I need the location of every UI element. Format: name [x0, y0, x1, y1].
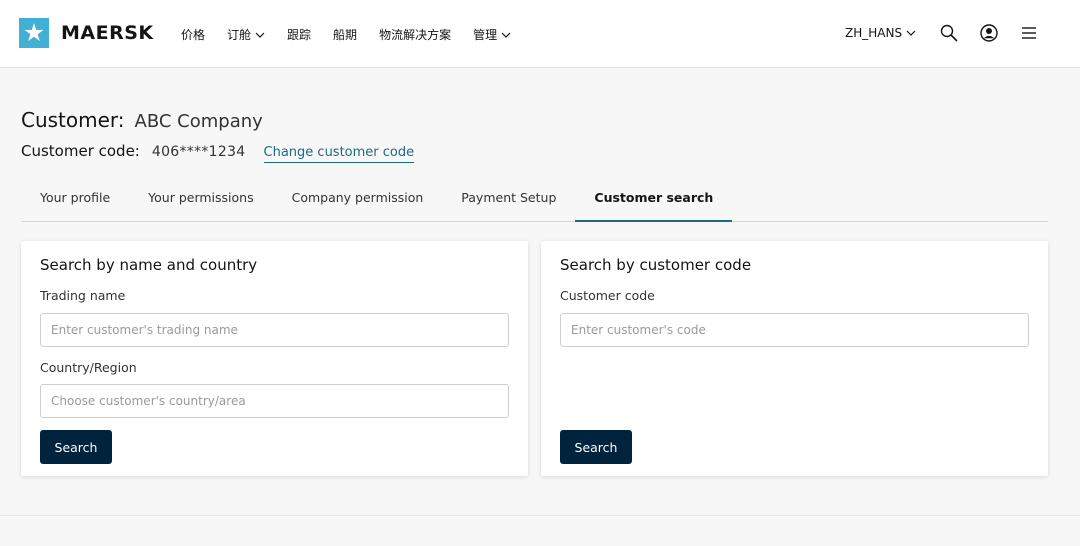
trading-name-input[interactable]	[40, 313, 509, 347]
language-label: ZH_HANS	[845, 26, 903, 40]
change-customer-code-link[interactable]: Change customer code	[263, 145, 415, 163]
language-selector[interactable]: ZH_HANS	[845, 26, 916, 40]
customer-label: Customer:	[21, 108, 125, 132]
customer-heading: Customer: ABC Company	[21, 108, 263, 132]
chevron-down-icon	[255, 32, 265, 38]
customer-code-label: Customer code:	[21, 142, 140, 160]
user-icon[interactable]	[979, 23, 999, 43]
chevron-down-icon	[906, 30, 916, 36]
nav-item-label: 物流解决方案	[379, 28, 452, 42]
customer-code-input[interactable]	[560, 313, 1029, 347]
nav-item-pricing[interactable]: 价格	[181, 26, 205, 43]
nav-item-label: 船期	[333, 28, 358, 42]
search-by-code-card: Search by customer code Customer code Se…	[541, 241, 1048, 476]
chevron-down-icon	[501, 32, 511, 38]
card-title: Search by customer code	[560, 256, 752, 274]
menu-icon[interactable]	[1019, 23, 1039, 43]
nav-item-logistics-solutions[interactable]: 物流解决方案	[379, 26, 451, 43]
search-icon[interactable]	[939, 23, 959, 43]
search-by-name-button[interactable]: Search	[40, 430, 112, 464]
tab-your-permissions[interactable]: Your permissions	[129, 180, 272, 222]
card-title: Search by name and country	[40, 256, 258, 274]
footer-divider	[0, 515, 1080, 516]
nav-item-label: 管理	[473, 28, 498, 42]
customer-name: ABC Company	[134, 111, 263, 132]
nav-item-label: 跟踪	[287, 28, 312, 42]
maersk-star-logo-icon[interactable]	[19, 18, 49, 48]
nav-item-schedules[interactable]: 船期	[333, 26, 357, 43]
tab-customer-search[interactable]: Customer search	[575, 180, 733, 222]
main-nav: 价格 订舱 跟踪 船期 物流解决方案 管理	[181, 26, 533, 43]
nav-item-label: 订舱	[227, 28, 252, 42]
customer-code-row: Customer code: 406****1234 Change custom…	[21, 142, 415, 163]
tab-your-profile[interactable]: Your profile	[21, 180, 129, 222]
star-icon	[24, 23, 44, 42]
trading-name-label: Trading name	[40, 288, 126, 303]
tab-payment-setup[interactable]: Payment Setup	[442, 180, 575, 222]
search-by-name-card: Search by name and country Trading name …	[21, 241, 528, 476]
country-region-input[interactable]	[40, 384, 509, 418]
nav-item-booking[interactable]: 订舱	[227, 26, 265, 43]
search-by-code-button[interactable]: Search	[560, 430, 632, 464]
customer-code-value: 406****1234	[151, 144, 246, 160]
nav-item-tracking[interactable]: 跟踪	[287, 26, 311, 43]
top-navigation-bar: MAERSK 价格 订舱 跟踪 船期 物流解决方案 管理 ZH_HANS	[0, 0, 1080, 68]
nav-item-label: 价格	[181, 28, 206, 42]
customer-code-field-label: Customer code	[560, 288, 655, 303]
country-region-label: Country/Region	[40, 360, 137, 375]
brand-wordmark[interactable]: MAERSK	[61, 22, 154, 44]
profile-tabs: Your profile Your permissions Company pe…	[21, 180, 1048, 222]
tab-company-permission[interactable]: Company permission	[273, 180, 443, 222]
nav-item-manage[interactable]: 管理	[473, 26, 511, 43]
